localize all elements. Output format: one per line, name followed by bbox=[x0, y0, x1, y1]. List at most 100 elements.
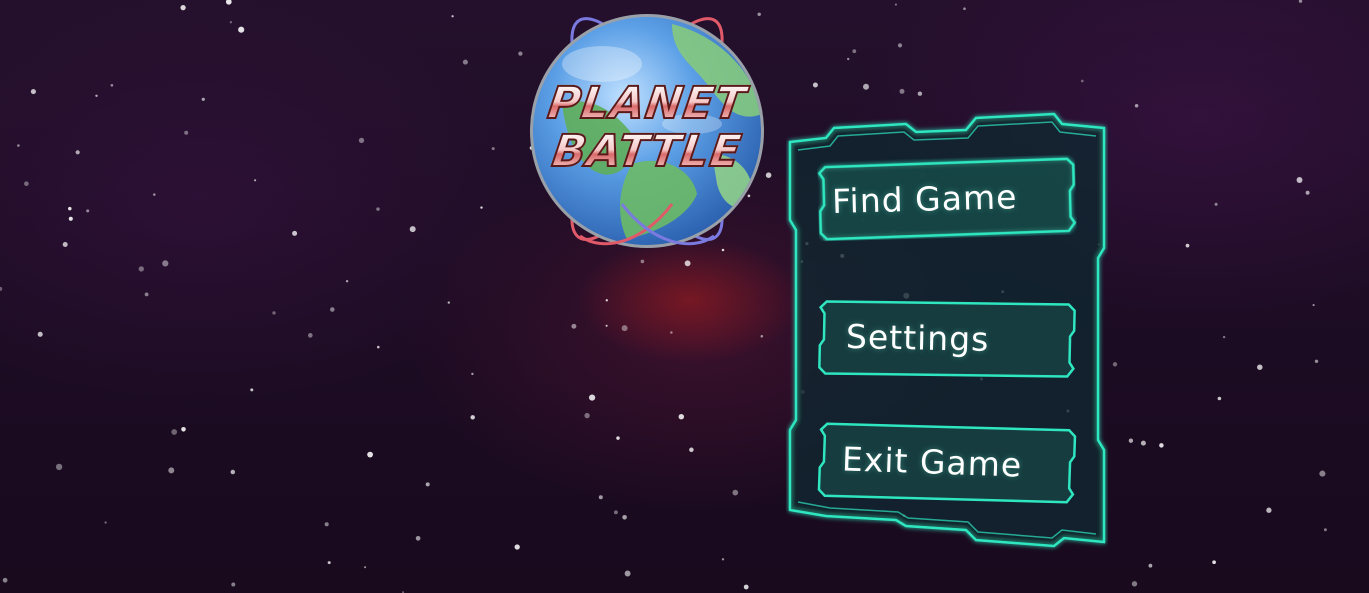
star bbox=[514, 544, 520, 550]
star bbox=[1185, 243, 1190, 248]
star bbox=[110, 83, 114, 87]
main-menu-screen: PLANET BATTLE Find Game Settings Exit Ga… bbox=[0, 0, 1369, 593]
star bbox=[254, 179, 257, 182]
star bbox=[376, 207, 380, 211]
star bbox=[621, 325, 628, 332]
main-menu-panel: Find Game Settings Exit Game bbox=[786, 110, 1108, 556]
star bbox=[1296, 177, 1303, 183]
star bbox=[462, 59, 468, 65]
star bbox=[1257, 364, 1263, 370]
star bbox=[37, 331, 43, 337]
star bbox=[181, 427, 186, 432]
star bbox=[95, 94, 98, 98]
star bbox=[180, 4, 186, 11]
star bbox=[616, 436, 620, 440]
star bbox=[678, 413, 685, 420]
star bbox=[68, 206, 72, 211]
star bbox=[480, 206, 483, 209]
star bbox=[367, 451, 373, 458]
game-logo: PLANET BATTLE bbox=[522, 4, 772, 254]
star bbox=[62, 242, 68, 247]
star bbox=[897, 43, 903, 48]
star bbox=[231, 582, 236, 587]
star bbox=[1134, 104, 1139, 108]
star bbox=[1314, 359, 1319, 364]
star bbox=[1128, 438, 1134, 443]
star bbox=[470, 415, 475, 420]
star bbox=[1131, 581, 1138, 587]
star bbox=[104, 521, 107, 524]
star bbox=[670, 331, 673, 334]
star bbox=[1222, 335, 1226, 339]
star bbox=[238, 26, 245, 33]
star bbox=[1159, 443, 1164, 448]
star bbox=[425, 482, 430, 487]
exit-game-button[interactable]: Exit Game bbox=[817, 418, 1078, 507]
find-game-label: Find Game bbox=[831, 176, 1018, 221]
star bbox=[689, 447, 694, 453]
star bbox=[292, 230, 298, 236]
settings-button[interactable]: Settings bbox=[817, 295, 1077, 380]
logo-title-line-1: PLANET bbox=[519, 77, 775, 130]
star bbox=[225, 0, 232, 5]
star bbox=[30, 89, 36, 95]
star bbox=[571, 323, 577, 329]
star bbox=[250, 388, 254, 392]
star bbox=[812, 82, 818, 88]
star bbox=[1148, 563, 1153, 568]
star bbox=[1212, 560, 1216, 565]
star bbox=[1305, 190, 1310, 195]
star bbox=[55, 463, 63, 471]
star bbox=[613, 510, 618, 515]
find-game-button[interactable]: Find Game bbox=[817, 155, 1077, 242]
star bbox=[2, 577, 8, 583]
star bbox=[917, 91, 923, 96]
star bbox=[364, 566, 367, 569]
star bbox=[588, 394, 596, 401]
star bbox=[447, 301, 450, 304]
star bbox=[684, 260, 691, 267]
star bbox=[144, 292, 149, 297]
star bbox=[721, 558, 725, 561]
star bbox=[153, 193, 156, 196]
exit-game-label: Exit Game bbox=[841, 438, 1023, 485]
star bbox=[327, 561, 331, 565]
star bbox=[272, 311, 276, 315]
star bbox=[624, 570, 631, 577]
star bbox=[184, 130, 189, 135]
star bbox=[358, 137, 365, 144]
star bbox=[171, 429, 178, 435]
star bbox=[1312, 304, 1315, 307]
star bbox=[201, 97, 205, 101]
star bbox=[230, 469, 236, 475]
star bbox=[229, 21, 233, 24]
star bbox=[1214, 202, 1218, 206]
star bbox=[899, 88, 905, 94]
star bbox=[863, 83, 869, 90]
star bbox=[894, 3, 897, 6]
logo-title-line-2: BATTLE bbox=[519, 125, 775, 178]
star bbox=[0, 286, 3, 291]
settings-label: Settings bbox=[845, 316, 990, 359]
star bbox=[1266, 507, 1272, 513]
star bbox=[760, 335, 764, 338]
star bbox=[491, 147, 495, 151]
star bbox=[409, 226, 416, 233]
star bbox=[24, 181, 29, 187]
star bbox=[86, 209, 90, 213]
star bbox=[640, 259, 645, 264]
star bbox=[345, 280, 349, 283]
star bbox=[162, 260, 169, 267]
star bbox=[1217, 396, 1222, 401]
star bbox=[138, 266, 144, 272]
star bbox=[605, 299, 608, 302]
star bbox=[1298, 0, 1303, 3]
star bbox=[75, 150, 80, 155]
star bbox=[17, 144, 20, 147]
star bbox=[852, 49, 857, 54]
star bbox=[1140, 440, 1146, 446]
star bbox=[1319, 470, 1326, 477]
star bbox=[324, 522, 329, 527]
star bbox=[451, 15, 454, 18]
star bbox=[168, 467, 175, 474]
